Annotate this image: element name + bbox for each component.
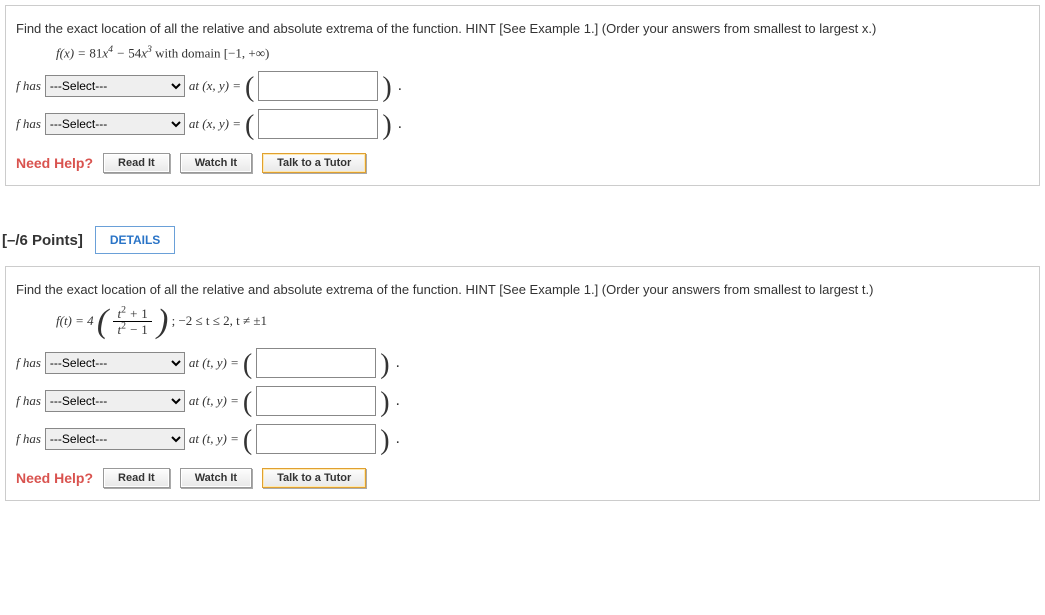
read-it-button[interactable]: Read It [103, 153, 170, 173]
q1-row2-prefix: f has [16, 116, 41, 132]
q1-answer-row-1: f has ---Select--- at (x, y) = ( ) . [16, 71, 1029, 101]
q2-frac-num: t2 + 1 [117, 306, 147, 321]
q2-row1-input[interactable] [256, 348, 376, 378]
q1-row1-at: at (x, y) = [189, 78, 241, 94]
q1-row2-select[interactable]: ---Select--- [45, 113, 185, 135]
section-points: [–/6 Points] [2, 232, 83, 249]
q2-row1-at: at (t, y) = [189, 355, 239, 371]
q2-row3-select[interactable]: ---Select--- [45, 428, 185, 450]
q2-row2-input[interactable] [256, 386, 376, 416]
details-button[interactable]: DETAILS [95, 226, 175, 254]
q1-function: f(x) = 81x4 − 54x3 with domain [−1, +∞) [56, 44, 1029, 61]
q2-row2-prefix: f has [16, 393, 41, 409]
q1-row1-select[interactable]: ---Select--- [45, 75, 185, 97]
period: . [398, 77, 402, 95]
q1-domain: with domain [−1, +∞) [155, 45, 269, 60]
watch-it-button[interactable]: Watch It [180, 468, 252, 488]
q2-row1-prefix: f has [16, 355, 41, 371]
period: . [396, 392, 400, 410]
watch-it-button[interactable]: Watch It [180, 153, 252, 173]
q2-prompt: Find the exact location of all the relat… [16, 279, 1029, 301]
q1-func-prefix: f(x) = [56, 45, 89, 60]
q2-row2-at: at (t, y) = [189, 393, 239, 409]
q2-frac-den: t2 − 1 [117, 322, 147, 337]
need-help-label: Need Help? [16, 470, 93, 486]
q1-row1-input[interactable] [258, 71, 378, 101]
section-header: [–/6 Points] DETAILS [2, 226, 1037, 254]
talk-to-tutor-button[interactable]: Talk to a Tutor [262, 468, 366, 488]
q2-help-row: Need Help? Read It Watch It Talk to a Tu… [16, 468, 1029, 488]
need-help-label: Need Help? [16, 155, 93, 171]
q2-answer-row-1: f has ---Select--- at (t, y) = ( ) . [16, 348, 1029, 378]
q2-row3-input[interactable] [256, 424, 376, 454]
q2-fraction: t2 + 1 t2 − 1 [113, 306, 151, 338]
q2-function: f(t) = 4 ( t2 + 1 t2 − 1 ) ; −2 ≤ t ≤ 2,… [56, 306, 1029, 338]
talk-to-tutor-button[interactable]: Talk to a Tutor [262, 153, 366, 173]
q1-answer-row-2: f has ---Select--- at (x, y) = ( ) . [16, 109, 1029, 139]
q2-func-prefix: f(t) = 4 [56, 313, 94, 328]
question-2: Find the exact location of all the relat… [5, 266, 1040, 500]
read-it-button[interactable]: Read It [103, 468, 170, 488]
q2-row2-select[interactable]: ---Select--- [45, 390, 185, 412]
q2-answer-row-3: f has ---Select--- at (t, y) = ( ) . [16, 424, 1029, 454]
q1-prompt: Find the exact location of all the relat… [16, 18, 1029, 40]
q2-row3-prefix: f has [16, 431, 41, 447]
q1-row1-prefix: f has [16, 78, 41, 94]
question-1: Find the exact location of all the relat… [5, 5, 1040, 186]
q2-row1-select[interactable]: ---Select--- [45, 352, 185, 374]
period: . [396, 354, 400, 372]
q1-row2-at: at (x, y) = [189, 116, 241, 132]
q1-help-row: Need Help? Read It Watch It Talk to a Tu… [16, 153, 1029, 173]
q2-domain: ; −2 ≤ t ≤ 2, t ≠ ±1 [172, 313, 267, 328]
q2-row3-at: at (t, y) = [189, 431, 239, 447]
q1-row2-input[interactable] [258, 109, 378, 139]
period: . [396, 430, 400, 448]
q2-answer-row-2: f has ---Select--- at (t, y) = ( ) . [16, 386, 1029, 416]
period: . [398, 115, 402, 133]
